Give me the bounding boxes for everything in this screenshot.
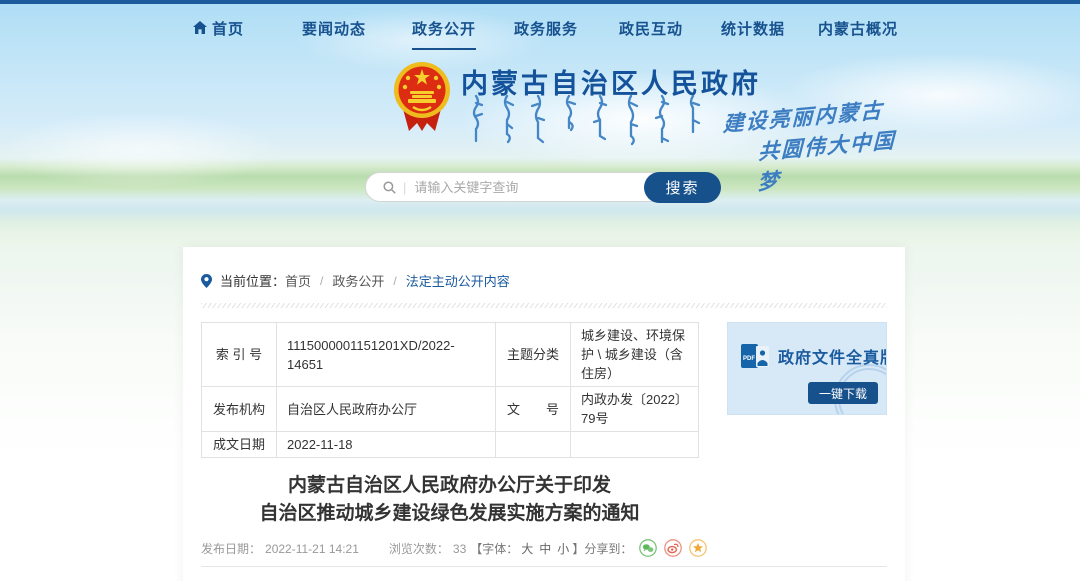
views-value: 33 [453, 542, 466, 556]
issuing-agency-value: 自治区人民政府办公厅 [277, 387, 496, 432]
topic-category-value: 城乡建设、环境保护 \ 城乡建设（含住房） [571, 323, 699, 387]
content-divider [201, 566, 887, 567]
index-number-value: 1115000001151201XD/2022-14651 [277, 323, 496, 387]
header-banner: 首页 要闻动态 政务公开 政务服务 政民互动 统计数据 内蒙古概况 内蒙古自治区… [0, 0, 1080, 247]
breadcrumb-gov-affairs[interactable]: 政务公开 [332, 271, 384, 290]
font-size-small[interactable]: 小 [557, 540, 569, 557]
pdf-file-icon: PDF [741, 343, 771, 369]
nav-item-overview[interactable]: 内蒙古概况 [818, 18, 898, 39]
top-strip [0, 0, 1080, 4]
search-bar: | 搜索 [365, 172, 721, 202]
share-label: 分享到： [584, 540, 632, 557]
article-meta-row: 发布日期：2022-11-21 14:21浏览次数：33 【字体： 大 中 小 … [201, 539, 698, 557]
share-favorite-star-icon[interactable] [689, 539, 707, 557]
article-paragraph: 各盟行政公署、市人民政府，自治区各委、办、厅、局，各大企业、事业单位： [201, 576, 887, 581]
empty-cell [571, 432, 699, 458]
share-weibo-icon[interactable] [664, 539, 682, 557]
doc-number-label: 文 号 [496, 387, 571, 432]
page: 首页 要闻动态 政务公开 政务服务 政民互动 统计数据 内蒙古概况 内蒙古自治区… [0, 0, 1080, 581]
nav-item-gov-affairs[interactable]: 政务公开 [412, 18, 476, 50]
hatched-divider [201, 303, 887, 308]
written-date-label: 成文日期 [202, 432, 277, 458]
share-wechat-icon[interactable] [639, 539, 657, 557]
issuing-agency-label: 发布机构 [202, 387, 277, 432]
pdf-panel-title: 政府文件全真版 [778, 344, 887, 368]
views-label: 浏览次数： [389, 542, 449, 556]
nav-item-services[interactable]: 政务服务 [514, 18, 578, 39]
written-date-value: 2022-11-18 [277, 432, 496, 458]
font-size-label-close: 】 [572, 540, 584, 557]
nav-item-news[interactable]: 要闻动态 [302, 18, 366, 39]
nav-item-home[interactable]: 首页 [212, 18, 244, 39]
search-icon [383, 181, 396, 194]
table-row: 索 引 号 1115000001151201XD/2022-14651 主题分类… [202, 323, 699, 387]
breadcrumb-current[interactable]: 法定主动公开内容 [406, 271, 510, 290]
font-size-large[interactable]: 大 [521, 540, 533, 557]
table-row: 成文日期 2022-11-18 [202, 432, 699, 458]
index-number-label: 索 引 号 [202, 323, 277, 387]
topic-category-label: 主题分类 [496, 323, 571, 387]
pdf-panel-header: PDF 政府文件全真版 [741, 343, 887, 369]
search-button[interactable]: 搜索 [644, 172, 721, 203]
article-body: 各盟行政公署、市人民政府，自治区各委、办、厅、局，各大企业、事业单位： 经自治区… [201, 576, 887, 581]
article-title-line-1: 内蒙古自治区人民政府办公厅关于印发 [201, 472, 698, 500]
breadcrumb-separator: / [393, 274, 396, 288]
svg-text:PDF: PDF [743, 356, 755, 362]
nav-item-statistics[interactable]: 统计数据 [721, 18, 785, 39]
mongolian-script [470, 94, 708, 148]
font-size-medium[interactable]: 中 [539, 540, 551, 557]
publish-date-label: 发布日期： [201, 542, 261, 556]
empty-cell [496, 432, 571, 458]
document-meta-table: 索 引 号 1115000001151201XD/2022-14651 主题分类… [201, 322, 699, 458]
pdf-download-panel: PDF 政府文件全真版 一键下载 [727, 322, 887, 415]
article-meta-left: 发布日期： 2022-11-21 14:21 浏览次数： 33 [201, 540, 470, 557]
one-click-download-button[interactable]: 一键下载 [808, 382, 878, 404]
breadcrumb-prefix: 当前位置： [220, 271, 285, 290]
breadcrumb: 当前位置： 首页 / 政务公开 / 法定主动公开内容 [201, 271, 887, 290]
doc-number-value: 内政办发〔2022〕79号 [571, 387, 699, 432]
national-emblem-icon [393, 61, 451, 133]
content-card: 当前位置： 首页 / 政务公开 / 法定主动公开内容 索 引 号 1115000… [183, 247, 905, 581]
font-size-label-open: 【字体： [470, 540, 518, 557]
search-divider: | [403, 180, 406, 195]
article-title: 内蒙古自治区人民政府办公厅关于印发 自治区推动城乡建设绿色发展实施方案的通知 [201, 472, 698, 528]
publish-date-value: 2022-11-21 14:21 [265, 542, 359, 556]
main-nav: 首页 要闻动态 政务公开 政务服务 政民互动 统计数据 内蒙古概况 [0, 14, 1080, 48]
location-pin-icon [201, 274, 212, 288]
nav-item-interaction[interactable]: 政民互动 [619, 18, 683, 39]
article-meta-right: 【字体： 大 中 小 】 分享到： [470, 539, 707, 557]
breadcrumb-separator: / [320, 274, 323, 288]
home-icon [193, 21, 207, 34]
slogan-line-2: 共圆伟大中国梦 [757, 122, 916, 196]
article-title-line-2: 自治区推动城乡建设绿色发展实施方案的通知 [201, 500, 698, 528]
breadcrumb-home[interactable]: 首页 [285, 271, 311, 290]
document-meta-row: 索 引 号 1115000001151201XD/2022-14651 主题分类… [201, 322, 887, 458]
banner-slogan: 建设亮丽内蒙古 共圆伟大中国梦 [722, 91, 918, 199]
table-row: 发布机构 自治区人民政府办公厅 文 号 内政办发〔2022〕79号 [202, 387, 699, 432]
